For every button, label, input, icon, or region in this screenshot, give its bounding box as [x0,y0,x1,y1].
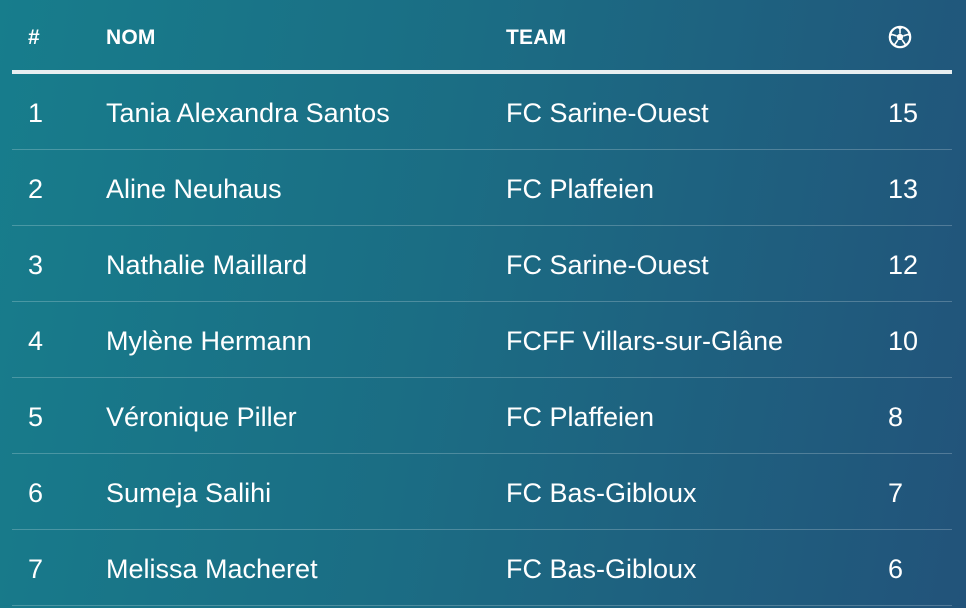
header-team[interactable]: TEAM [506,26,566,50]
rank-cell: 6 [28,478,44,508]
table-row[interactable]: 2 Aline Neuhaus FC Plaffeien 13 [12,150,952,226]
table-row[interactable]: 3 Nathalie Maillard FC Sarine-Ouest 12 [12,226,952,302]
header-name[interactable]: NOM [106,26,156,50]
soccer-ball-icon[interactable] [888,25,912,49]
player-name-cell: Véronique Piller [106,402,297,432]
goals-cell: 8 [888,402,904,432]
goals-cell: 13 [888,174,919,204]
rank-cell: 3 [28,250,44,280]
table-row[interactable]: 4 Mylène Hermann FCFF Villars-sur-Glâne … [12,302,952,378]
team-cell: FC Bas-Gibloux [506,554,697,584]
goals-cell: 7 [888,478,904,508]
player-name-cell: Aline Neuhaus [106,174,282,204]
team-cell: FC Bas-Gibloux [506,478,697,508]
team-cell: FC Plaffeien [506,402,655,432]
goals-cell: 6 [888,554,904,584]
header-rank[interactable]: # [28,26,40,50]
rank-cell: 7 [28,554,44,584]
player-name-cell: Tania Alexandra Santos [106,98,390,128]
table-row[interactable]: 6 Sumeja Salihi FC Bas-Gibloux 7 [12,454,952,530]
team-cell: FC Sarine-Ouest [506,98,709,128]
table-row[interactable]: 5 Véronique Piller FC Plaffeien 8 [12,378,952,454]
goals-cell: 12 [888,250,919,280]
player-name-cell: Sumeja Salihi [106,478,272,508]
team-cell: FC Sarine-Ouest [506,250,709,280]
table-header: # NOM TEAM [12,0,952,74]
player-name-cell: Nathalie Maillard [106,250,308,280]
table-row[interactable]: 1 Tania Alexandra Santos FC Sarine-Ouest… [12,74,952,150]
rank-cell: 4 [28,326,44,356]
scorers-table: # NOM TEAM 1 Tania Alexandra Santos FC S… [12,0,952,606]
table-row[interactable]: 7 Melissa Macheret FC Bas-Gibloux 6 [12,530,952,606]
player-name-cell: Melissa Macheret [106,554,318,584]
team-cell: FC Plaffeien [506,174,655,204]
rank-cell: 2 [28,174,44,204]
player-name-cell: Mylène Hermann [106,326,312,356]
rank-cell: 5 [28,402,44,432]
rank-cell: 1 [28,98,44,128]
goals-cell: 10 [888,326,919,356]
goals-cell: 15 [888,98,919,128]
team-cell: FCFF Villars-sur-Glâne [506,326,784,356]
